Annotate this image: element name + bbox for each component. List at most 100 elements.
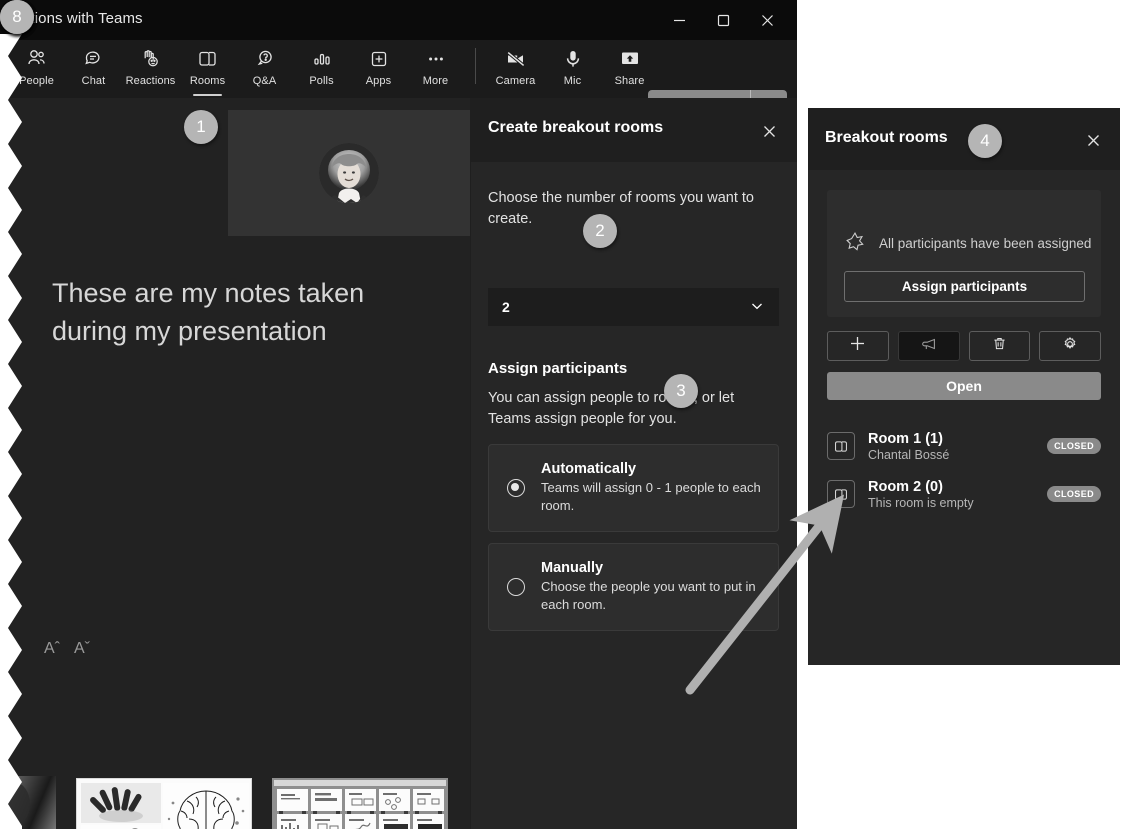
assign-option-manually[interactable]: Manually Choose the people you want to p… (488, 543, 779, 631)
room-list-item[interactable]: Room 1 (1) Chantal Bossé CLOSED (827, 424, 1101, 468)
toolbar-item-share[interactable]: Share (601, 40, 658, 98)
callout-4: 4 (968, 124, 1002, 158)
rooms-action-row (827, 331, 1101, 361)
minimize-icon[interactable] (657, 1, 701, 39)
meeting-toolbar: People Chat Reactions Rooms Q&A Polls Ap… (0, 40, 797, 126)
presentation-notes: These are my notes taken during my prese… (52, 278, 365, 347)
create-panel-title: Create breakout rooms (488, 119, 664, 136)
toolbar-main-actions: People Chat Reactions Rooms Q&A Polls Ap… (8, 40, 658, 98)
close-icon[interactable] (745, 1, 789, 39)
font-decrease-button[interactable]: Aˇ (74, 640, 90, 658)
toolbar-item-polls[interactable]: Polls (293, 40, 350, 98)
room-list-item[interactable]: Room 2 (0) This room is empty CLOSED (827, 472, 1101, 516)
slide-thumbnail-6-image (272, 778, 448, 829)
font-size-controls: Aˆ Aˇ (44, 640, 90, 658)
toolbar-item-reactions[interactable]: Reactions (122, 40, 179, 98)
people-icon (25, 46, 49, 72)
callout-8: 8 (0, 0, 34, 34)
assign-participants-button[interactable]: Assign participants (844, 271, 1085, 302)
room-count-value: 2 (502, 299, 510, 315)
room-count-label: Choose the number of rooms you want to c… (488, 190, 754, 227)
maximize-icon[interactable] (701, 1, 745, 39)
mic-icon (560, 46, 586, 72)
star-icon (844, 230, 866, 257)
room-meta: Room 1 (1) Chantal Bossé (868, 431, 1047, 462)
camera-off-icon (503, 46, 529, 72)
toolbar-item-mic[interactable]: Mic (544, 40, 601, 98)
video-tile[interactable] (228, 110, 470, 236)
room-participants: Chantal Bossé (868, 447, 950, 462)
toolbar-item-label: Share (614, 75, 645, 87)
toolbar-item-label: Chat (81, 75, 106, 87)
toolbar-item-people[interactable]: People (8, 40, 65, 98)
more-icon (424, 46, 448, 72)
screenshot-root: ations with Teams People Chat Reactions … (0, 0, 1125, 829)
callout-3: 3 (664, 374, 698, 408)
option-text: Automatically Teams will assign 0 - 1 pe… (541, 461, 766, 515)
thumbnail-partial[interactable] (8, 776, 56, 829)
callout-2: 2 (583, 214, 617, 248)
toolbar-item-rooms[interactable]: Rooms (179, 40, 236, 98)
chevron-down-icon (749, 298, 765, 317)
slide-thumbnail-5[interactable]: 5 (76, 778, 252, 829)
close-icon[interactable] (1079, 126, 1107, 154)
toolbar-item-apps[interactable]: Apps (350, 40, 407, 98)
callout-number: 4 (980, 131, 990, 150)
toolbar-item-label: Camera (495, 75, 536, 87)
delete-rooms-button[interactable] (968, 331, 1031, 361)
assigned-status-text: All participants have been assigned (879, 236, 1092, 251)
breakout-rooms-panel: Breakout rooms All participants have bee… (808, 108, 1120, 665)
assigned-status-row: All participants have been assigned (844, 230, 1091, 257)
open-rooms-button[interactable]: Open (827, 372, 1101, 400)
window-controls (657, 0, 789, 40)
assign-participants-desc: You can assign people to rooms, or let T… (488, 390, 735, 427)
callout-number: 2 (595, 221, 605, 240)
trash-icon (991, 335, 1008, 357)
assign-option-automatically[interactable]: Automatically Teams will assign 0 - 1 pe… (488, 444, 779, 532)
callout-number: 1 (196, 117, 206, 136)
rooms-settings-button[interactable] (1039, 331, 1101, 361)
add-room-button[interactable] (827, 331, 889, 361)
toolbar-item-label: Q&A (252, 75, 277, 87)
status-badge: CLOSED (1047, 438, 1101, 454)
rooms-icon (827, 432, 855, 460)
option-title: Manually (541, 560, 604, 577)
close-icon[interactable] (755, 117, 783, 145)
chat-icon (82, 46, 106, 72)
radio-automatically[interactable] (507, 479, 525, 497)
toolbar-item-label: More (422, 75, 449, 87)
toolbar-item-label: Reactions (125, 75, 176, 87)
rooms-icon (827, 480, 855, 508)
toolbar-item-label: Rooms (189, 75, 226, 87)
teams-meeting-window: ations with Teams People Chat Reactions … (0, 0, 797, 829)
room-name: Room 2 (0) (868, 478, 943, 495)
slide-thumbnail-6[interactable]: 6 (272, 778, 448, 829)
toolbar-item-chat[interactable]: Chat (65, 40, 122, 98)
option-title: Automatically (541, 461, 637, 478)
font-increase-button[interactable]: Aˆ (44, 640, 60, 658)
toolbar-item-label: Mic (563, 75, 582, 87)
assign-participants-card: All participants have been assigned Assi… (827, 190, 1101, 317)
toolbar-item-more[interactable]: More (407, 40, 464, 98)
callout-number: 8 (12, 7, 22, 26)
avatar (319, 143, 379, 203)
status-badge: CLOSED (1047, 486, 1101, 502)
radio-manually[interactable] (507, 578, 525, 596)
toolbar-item-qa[interactable]: Q&A (236, 40, 293, 98)
toolbar-item-label: Apps (365, 75, 392, 87)
rooms-icon (196, 46, 220, 72)
room-count-dropdown[interactable]: 2 (488, 288, 779, 326)
slide-thumbnail-5-image (76, 778, 252, 829)
callout-number: 3 (676, 381, 686, 400)
room-meta: Room 2 (0) This room is empty (868, 479, 1047, 510)
toolbar-item-camera[interactable]: Camera (487, 40, 544, 98)
option-desc: Choose the people you want to put in eac… (541, 579, 756, 612)
make-announcement-button[interactable] (897, 331, 960, 361)
apps-icon (367, 46, 391, 72)
qa-icon (253, 46, 277, 72)
toolbar-divider (475, 48, 476, 84)
toolbar-item-label: People (19, 75, 54, 87)
callout-1: 1 (184, 110, 218, 144)
option-desc: Teams will assign 0 - 1 people to each r… (541, 480, 761, 513)
toolbar-item-label: Polls (309, 75, 334, 87)
